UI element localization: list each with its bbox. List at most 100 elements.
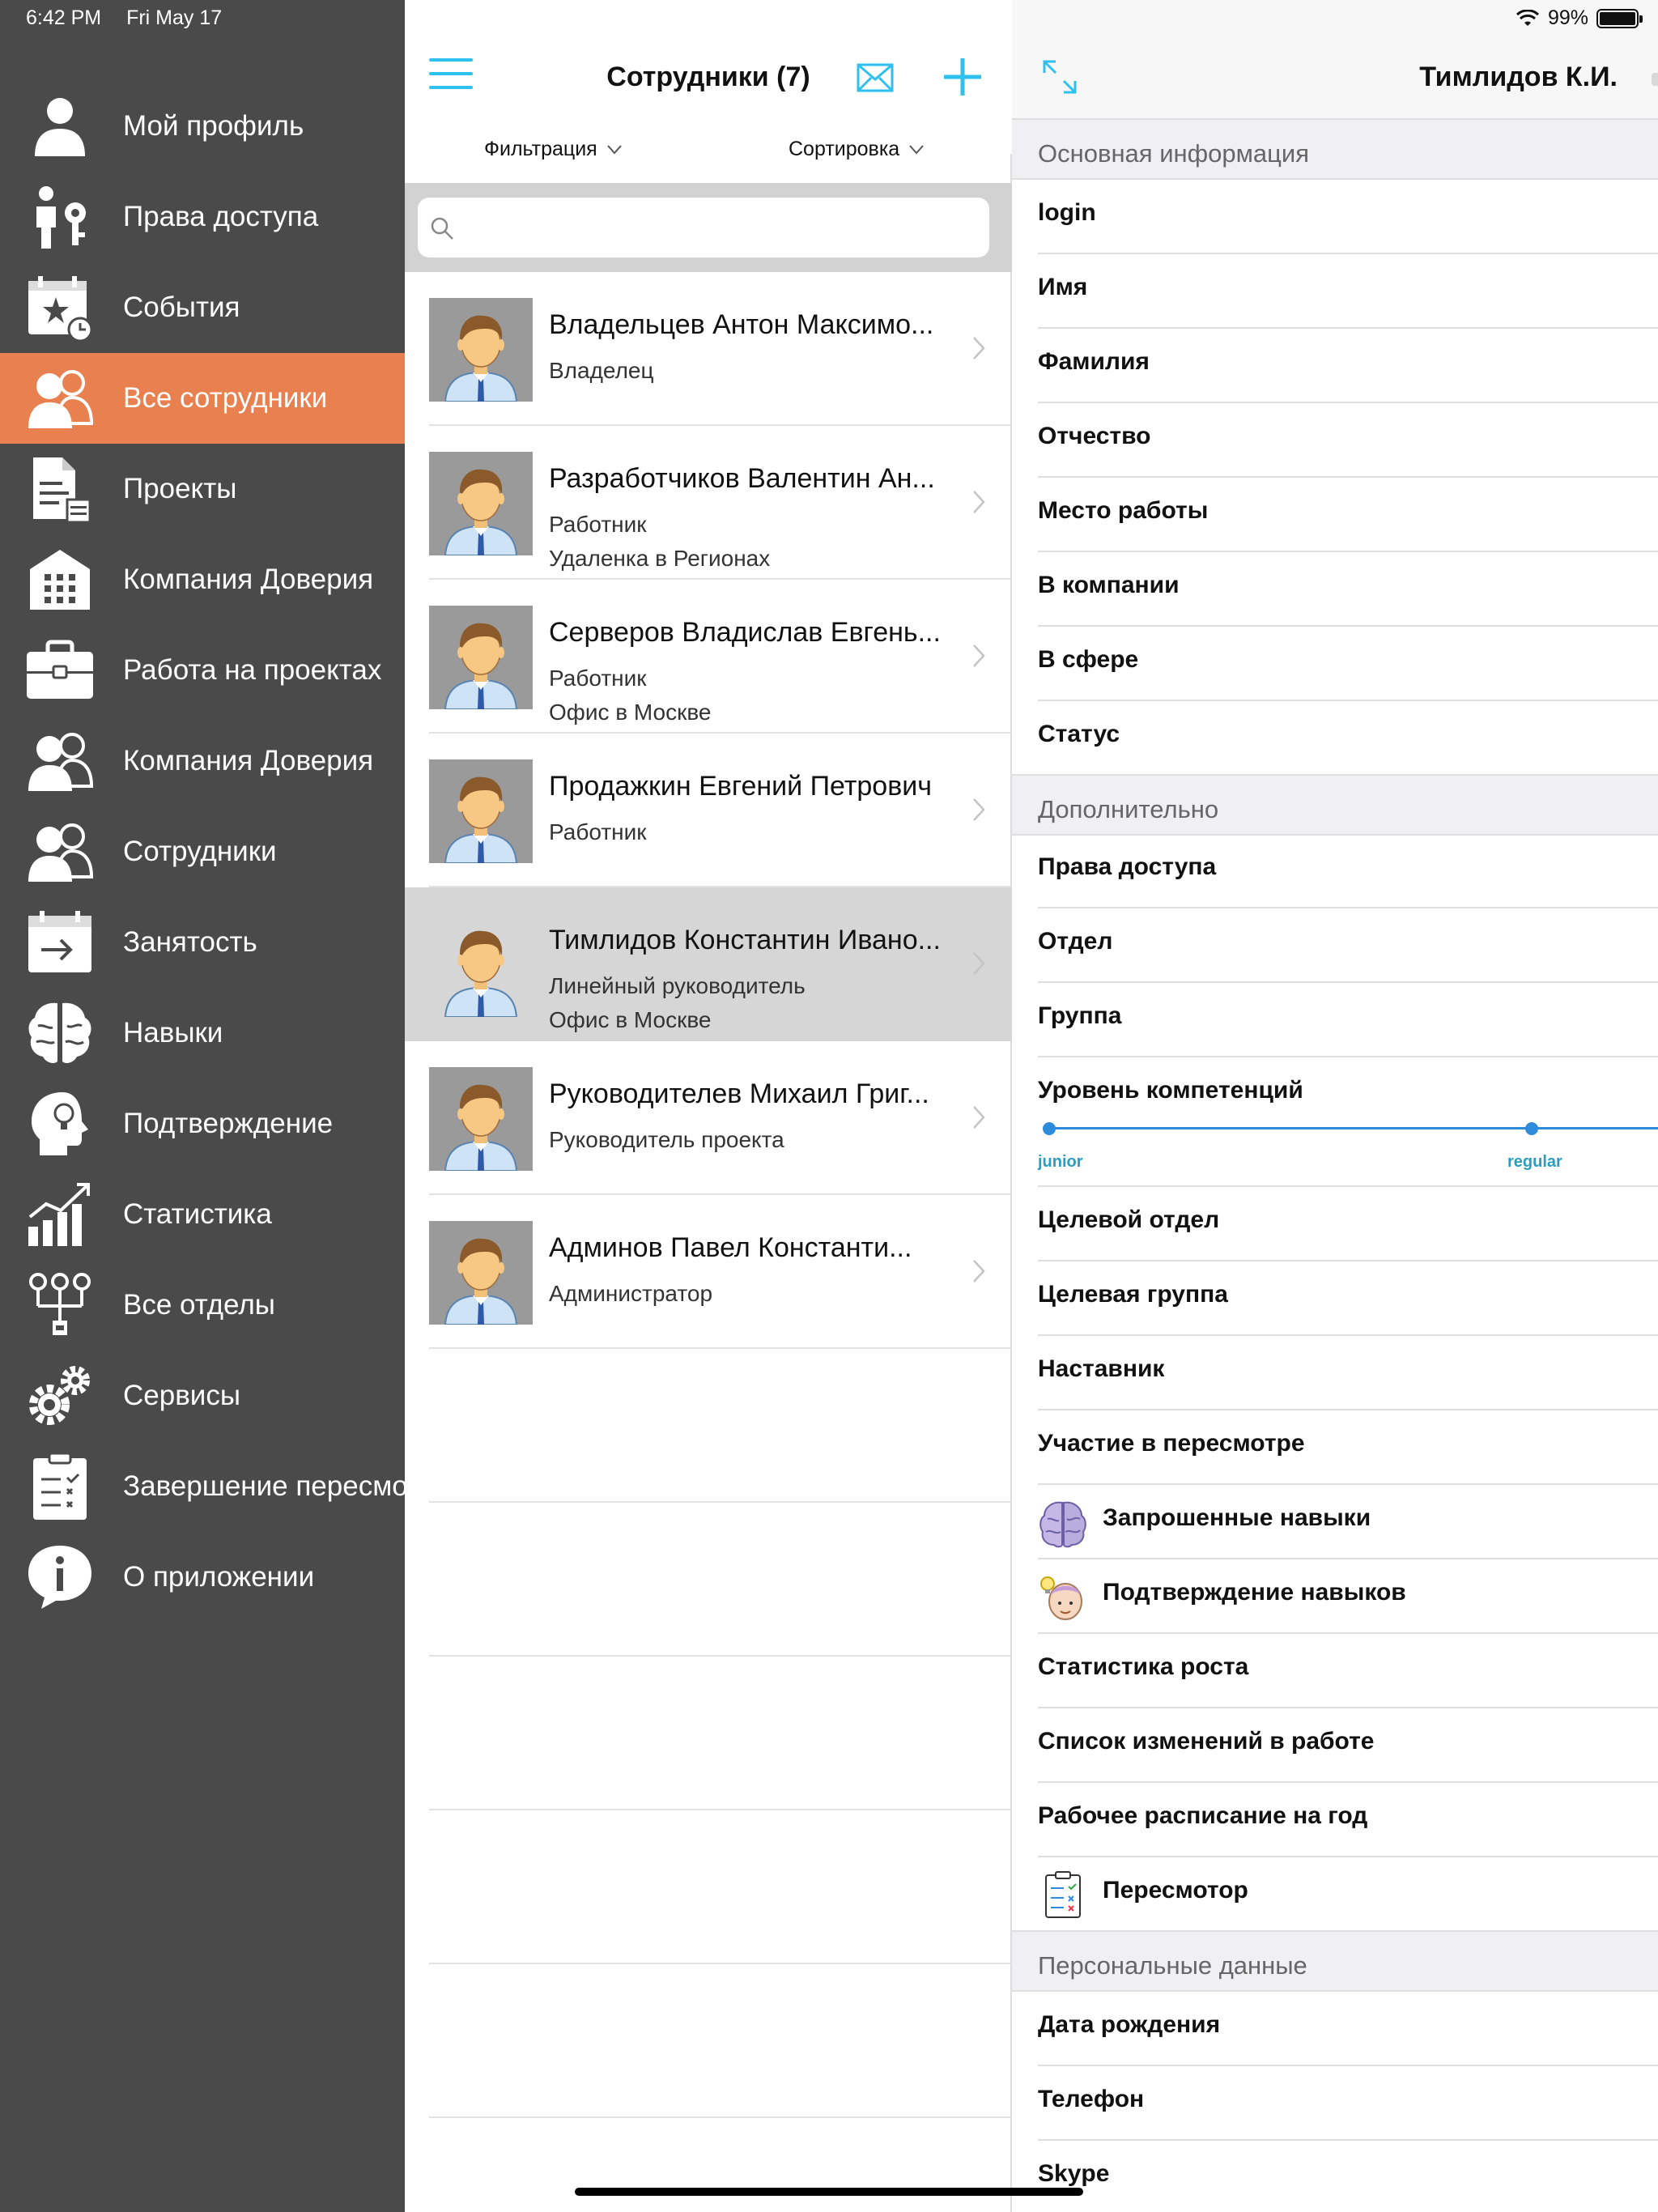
field-work-changes-list[interactable]: Список изменений в работе bbox=[1038, 1708, 1658, 1783]
employee-row[interactable]: Админов Павел Константи... Администратор bbox=[405, 1195, 1012, 1349]
employee-row-selected[interactable]: Тимлидов Константин Ивано... Линейный ру… bbox=[405, 887, 1012, 1041]
users-icon bbox=[24, 363, 96, 434]
level-junior-label: junior bbox=[1038, 1153, 1083, 1171]
expand-icon[interactable] bbox=[1041, 58, 1078, 96]
field-label: Права доступа bbox=[1038, 853, 1217, 880]
user-icon bbox=[24, 91, 96, 162]
field-mentor[interactable]: Наставник bbox=[1038, 1336, 1658, 1410]
competence-level-slider[interactable]: Уровень компетенций junior regular bbox=[1038, 1057, 1658, 1187]
calendar-arrow-icon bbox=[24, 907, 96, 978]
search-input[interactable] bbox=[463, 206, 973, 249]
field-department[interactable]: Отдел bbox=[1038, 908, 1658, 983]
sidebar-item-company-trust-2[interactable]: Компания Доверия bbox=[0, 716, 405, 806]
field-label: Статистика роста bbox=[1038, 1653, 1249, 1680]
sidebar-item-skills[interactable]: Навыки bbox=[0, 988, 405, 1078]
sidebar-item-services[interactable]: Сервисы bbox=[0, 1351, 405, 1441]
field-label: В компании bbox=[1038, 572, 1180, 598]
slider-handle-end[interactable] bbox=[1525, 1122, 1538, 1135]
detail-title: Тимлидов К.И. bbox=[1419, 62, 1618, 92]
field-first-name[interactable]: Имя bbox=[1038, 254, 1658, 329]
calendar-star-icon bbox=[24, 272, 96, 343]
field-status[interactable]: Статус bbox=[1012, 701, 1658, 776]
sidebar-item-company-trust[interactable]: Компания Доверия bbox=[0, 534, 405, 625]
employee-row[interactable]: Разработчиков Валентин Ан... Работник Уд… bbox=[405, 426, 1012, 580]
sidebar-item-projects[interactable]: Проекты bbox=[0, 444, 405, 534]
employee-role: Руководитель проекта bbox=[549, 1127, 784, 1152]
sidebar-item-employees[interactable]: Сотрудники bbox=[0, 806, 405, 897]
section-title: Дополнительно bbox=[1038, 795, 1219, 823]
field-review[interactable]: Пересмотор bbox=[1012, 1857, 1658, 1932]
checklist-icon bbox=[1045, 1871, 1081, 1918]
avatar bbox=[429, 452, 533, 555]
chevron-down-icon bbox=[909, 144, 924, 155]
sidebar-item-about[interactable]: О приложении bbox=[0, 1532, 405, 1623]
list-header: Сотрудники (7) Фильтрация Сортировка bbox=[405, 0, 1012, 160]
field-requested-skills[interactable]: Запрошенные навыки bbox=[1038, 1485, 1658, 1559]
field-yearly-schedule[interactable]: Рабочее расписание на год bbox=[1038, 1783, 1658, 1857]
field-label: Целевой отдел bbox=[1038, 1206, 1220, 1233]
field-last-name[interactable]: Фамилия bbox=[1038, 329, 1658, 403]
sidebar-item-review-completion[interactable]: Завершение пересмо bbox=[0, 1441, 405, 1532]
head-bulb-icon bbox=[24, 1088, 96, 1159]
briefcase-icon bbox=[24, 635, 96, 706]
field-group[interactable]: Группа bbox=[1038, 983, 1658, 1057]
add-employee-button[interactable] bbox=[941, 55, 984, 99]
field-phone[interactable]: Телефон bbox=[1038, 2066, 1658, 2141]
field-label: Фамилия bbox=[1038, 348, 1150, 375]
slider-track bbox=[1049, 1127, 1658, 1129]
filter-dropdown[interactable]: Фильтрация bbox=[484, 138, 622, 161]
field-access-rights[interactable]: Права доступа bbox=[1038, 834, 1658, 908]
employee-name: Серверов Владислав Евгень... bbox=[549, 617, 941, 648]
employee-row[interactable]: Владельцев Антон Максимо... Владелец bbox=[405, 272, 1012, 426]
sort-dropdown[interactable]: Сортировка bbox=[789, 138, 924, 161]
sidebar-item-occupancy[interactable]: Занятость bbox=[0, 897, 405, 988]
field-in-company[interactable]: В компании bbox=[1038, 552, 1658, 627]
face-bulb-icon bbox=[1040, 1576, 1082, 1620]
field-workplace[interactable]: Место работы bbox=[1038, 478, 1658, 552]
field-login[interactable]: login bbox=[1038, 180, 1658, 254]
field-in-sphere[interactable]: В сфере bbox=[1038, 627, 1658, 701]
sidebar-item-statistics[interactable]: Статистика bbox=[0, 1169, 405, 1260]
field-label: В сфере bbox=[1038, 646, 1139, 673]
empty-row bbox=[405, 1964, 1012, 2118]
field-birth-date[interactable]: Дата рождения bbox=[1038, 1992, 1658, 2066]
employee-detail-panel: Тимлидов К.И. Основная информация login … bbox=[1012, 0, 1658, 2212]
field-skills-confirmation[interactable]: Подтверждение навыков bbox=[1038, 1559, 1658, 1634]
employee-role: Владелец bbox=[549, 358, 654, 383]
sidebar-item-my-profile[interactable]: Мой профиль bbox=[0, 81, 405, 172]
section-additional: Дополнительно bbox=[1012, 776, 1658, 836]
field-target-group[interactable]: Целевая группа bbox=[1038, 1261, 1658, 1336]
sidebar-item-confirmation[interactable]: Подтверждение bbox=[0, 1078, 405, 1169]
employee-name: Владельцев Антон Максимо... bbox=[549, 309, 934, 340]
employee-row[interactable]: Руководителев Михаил Григ... Руководител… bbox=[405, 1041, 1012, 1195]
employee-row[interactable]: Продажкин Евгений Петрович Работник bbox=[405, 734, 1012, 887]
chevron-right-icon bbox=[973, 491, 985, 513]
slider-handle-start[interactable] bbox=[1043, 1122, 1056, 1135]
sidebar-item-access-rights[interactable]: Права доступа bbox=[0, 172, 405, 262]
sidebar-item-project-work[interactable]: Работа на проектах bbox=[0, 625, 405, 716]
employee-role: Администратор bbox=[549, 1281, 713, 1306]
employee-location: Офис в Москве bbox=[549, 700, 712, 725]
employee-role: Работник bbox=[549, 512, 647, 537]
sidebar-item-all-departments[interactable]: Все отделы bbox=[0, 1260, 405, 1351]
field-label: login bbox=[1038, 199, 1096, 226]
status-bar-right: 99% bbox=[1516, 6, 1643, 30]
field-skype[interactable]: Skype bbox=[1038, 2141, 1658, 2212]
field-patronymic[interactable]: Отчество bbox=[1038, 403, 1658, 478]
field-label: Список изменений в работе bbox=[1038, 1728, 1375, 1755]
users-icon bbox=[24, 725, 96, 797]
field-review-participation[interactable]: Участие в пересмотре bbox=[1038, 1410, 1658, 1485]
employee-row[interactable]: Серверов Владислав Евгень... Работник Оф… bbox=[405, 580, 1012, 734]
avatar bbox=[429, 759, 533, 863]
employee-name: Разработчиков Валентин Ан... bbox=[549, 463, 935, 494]
field-target-department[interactable]: Целевой отдел bbox=[1038, 1187, 1658, 1261]
mail-icon[interactable] bbox=[855, 62, 895, 94]
field-label: Отдел bbox=[1038, 928, 1113, 955]
status-time: 6:42 PM bbox=[26, 6, 102, 29]
avatar bbox=[429, 913, 533, 1017]
sidebar-item-all-employees[interactable]: Все сотрудники bbox=[0, 353, 405, 444]
brain-icon bbox=[1039, 1501, 1086, 1548]
field-growth-statistics[interactable]: Статистика роста bbox=[1038, 1634, 1658, 1708]
field-label: Отчество bbox=[1038, 423, 1151, 449]
sidebar-item-events[interactable]: События bbox=[0, 262, 405, 353]
